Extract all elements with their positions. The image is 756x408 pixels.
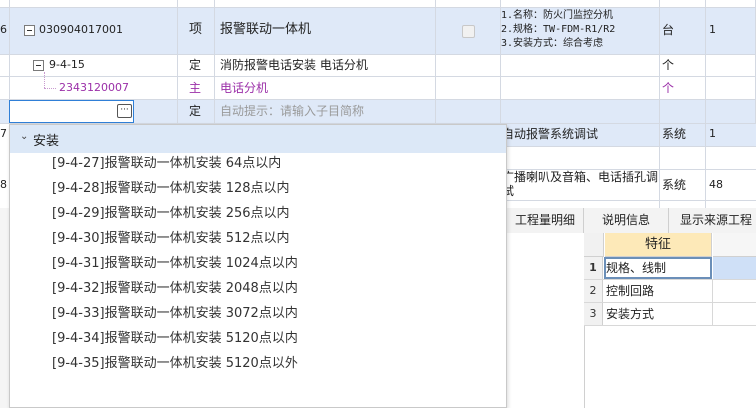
- tab-description-info[interactable]: 说明信息: [584, 208, 669, 233]
- feature-row-text: 规格、线制: [606, 261, 667, 275]
- name-input-placeholder[interactable]: 自动提示：请输入子目简称: [220, 101, 364, 121]
- item-unit: 个: [662, 81, 675, 95]
- feature-header-extra: [713, 233, 756, 257]
- table-row[interactable]: [0, 55, 756, 76]
- item-code[interactable]: 9-4-15: [49, 55, 85, 75]
- item-unit: 个: [662, 58, 675, 72]
- dropdown-item[interactable]: [9-4-28]报警联动一体机安装 128点以内: [52, 176, 290, 201]
- chevron-down-icon[interactable]: ⌄: [20, 131, 28, 142]
- item-name[interactable]: 消防报警电话安装 电话分机: [220, 55, 368, 75]
- dropdown-item[interactable]: [9-4-30]报警联动一体机安装 512点以内: [52, 226, 290, 251]
- item-name[interactable]: 报警联动一体机: [220, 20, 311, 40]
- tab-quantity-detail[interactable]: 工程量明细: [507, 208, 584, 233]
- tab-show-source-project[interactable]: 显示来源工程: [669, 208, 756, 233]
- feature-row-index: 2: [584, 280, 603, 302]
- item-unit: 系统: [662, 178, 687, 192]
- dropdown-item[interactable]: [9-4-29]报警联动一体机安装 256点以内: [52, 201, 290, 226]
- item-name[interactable]: 广播喇叭及音箱、电话插孔调 试: [502, 170, 658, 198]
- feature-row-index: 1: [584, 257, 603, 279]
- dropdown-item[interactable]: [9-4-33]报警联动一体机安装 3072点以内: [52, 301, 298, 326]
- row-number: 8: [0, 178, 7, 191]
- collapse-toggle[interactable]: [24, 25, 35, 36]
- item-qty[interactable]: 1: [709, 124, 716, 144]
- main-grid: 6 030904017001 项 报警联动一体机 1.名称：防火门监控分机 2.…: [0, 0, 756, 124]
- collapse-toggle[interactable]: [33, 60, 44, 71]
- item-code[interactable]: 2343120007: [59, 78, 129, 98]
- item-code[interactable]: 030904017001: [39, 20, 123, 40]
- tree-connector: [44, 88, 56, 89]
- code-input[interactable]: [9, 100, 134, 123]
- dropdown-item[interactable]: [9-4-27]报警联动一体机安装 64点以内: [52, 151, 281, 176]
- dropdown-group-header[interactable]: ⌄ 安装: [10, 125, 506, 153]
- item-type: 项: [189, 22, 203, 37]
- item-type: 定: [189, 58, 202, 72]
- feature-row[interactable]: 3 安装方式: [584, 303, 756, 326]
- dropdown-item[interactable]: [9-4-35]报警联动一体机安装 5120点以外: [52, 351, 298, 376]
- item-qty[interactable]: 1: [709, 20, 716, 40]
- dropdown-item[interactable]: [9-4-31]报警联动一体机安装 1024点以内: [52, 251, 298, 276]
- dropdown-group-label: 安装: [33, 134, 60, 149]
- feature-row-index: 3: [584, 303, 603, 325]
- item-name[interactable]: 电话分机: [220, 78, 268, 98]
- feature-row-text: 控制回路: [606, 284, 655, 298]
- item-type: 定: [189, 104, 202, 118]
- feature-panel-corner: [584, 233, 604, 257]
- feature-column-header: 特征: [605, 233, 712, 257]
- item-qty[interactable]: 48: [709, 175, 723, 195]
- more-button[interactable]: ···: [117, 104, 132, 118]
- row-number: 6: [0, 23, 7, 36]
- item-name[interactable]: 自动报警系统调试: [502, 124, 598, 144]
- item-unit: 台: [662, 23, 675, 37]
- feature-row-text: 安装方式: [606, 307, 655, 321]
- feature-row[interactable]: 1 规格、线制: [584, 257, 756, 280]
- dropdown-item[interactable]: [9-4-32]报警联动一体机安装 2048点以内: [52, 276, 298, 301]
- item-description[interactable]: 1.名称：防火门监控分机 2.规格：TW-FDM-R1/R2 3.安装方式：综合…: [501, 9, 659, 51]
- row-number: 7: [0, 127, 7, 140]
- row-checkbox[interactable]: [462, 25, 475, 38]
- feature-cell-value[interactable]: [713, 257, 756, 279]
- dropdown-item[interactable]: [9-4-34]报警联动一体机安装 5120点以内: [52, 326, 298, 351]
- item-unit: 系统: [662, 127, 687, 141]
- item-type: 主: [189, 81, 202, 95]
- feature-row[interactable]: 2 控制回路: [584, 280, 756, 303]
- tree-connector: [44, 72, 45, 88]
